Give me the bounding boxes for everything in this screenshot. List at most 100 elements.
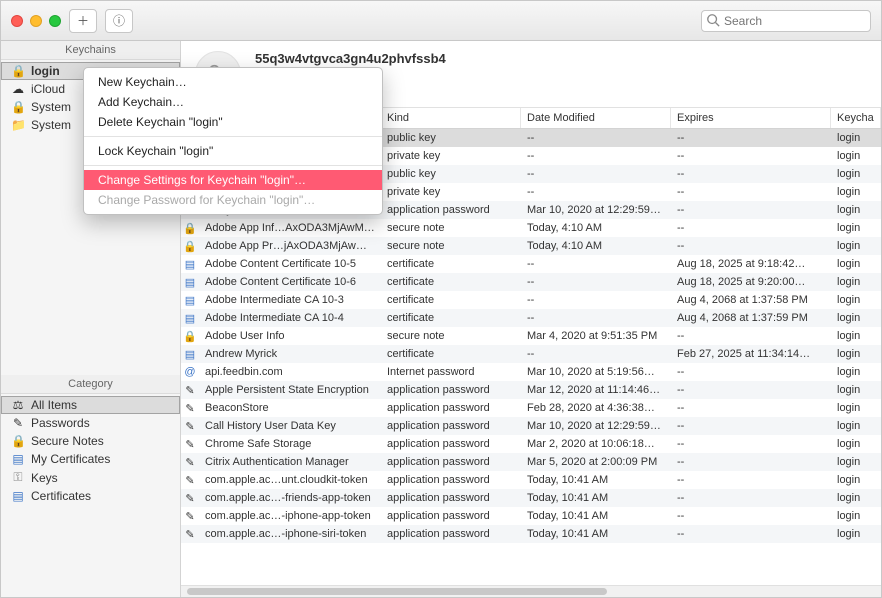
folder-icon: 📁 [11,118,25,132]
menu-item[interactable]: Change Settings for Keychain "login"… [84,170,382,190]
cell-keychain: login [831,294,881,306]
minimize-window-button[interactable] [30,15,42,27]
cell-name: Adobe Intermediate CA 10-4 [199,312,381,324]
table-row[interactable]: 🔒Adobe App Pr…jAxODA3MjAwMQ)secure noteT… [181,237,881,255]
cell-keychain: login [831,528,881,540]
category-label: Certificates [31,489,91,503]
cell-name: com.apple.ac…-iphone-siri-token [199,528,381,540]
search-input[interactable] [701,10,871,32]
table-row[interactable]: ▤Adobe Intermediate CA 10-4certificate--… [181,309,881,327]
table-row[interactable]: ✎BeaconStoreapplication passwordFeb 28, … [181,399,881,417]
cell-keychain: login [831,204,881,216]
password-icon: ✎ [185,528,194,541]
col-kind[interactable]: Kind [381,108,521,128]
lock-icon: 🔒 [183,222,197,235]
password-icon: ✎ [185,438,194,451]
certificate-icon: ▤ [11,452,25,466]
add-button[interactable]: ＋ [69,9,97,33]
keychain-context-menu[interactable]: New Keychain…Add Keychain…Delete Keychai… [83,67,383,215]
lock-icon: 🔒 [183,330,197,343]
table-row[interactable]: @api.feedbin.comInternet passwordMar 10,… [181,363,881,381]
cell-date: Mar 12, 2020 at 11:14:46… [521,384,671,396]
cell-kind: private key [381,186,521,198]
cell-keychain: login [831,150,881,162]
cell-date: -- [521,168,671,180]
cell-keychain: login [831,222,881,234]
menu-item[interactable]: Delete Keychain "login" [84,112,382,132]
menu-item[interactable]: Lock Keychain "login" [84,141,382,161]
menu-item[interactable]: New Keychain… [84,72,382,92]
table-row[interactable]: ✎com.apple.ac…-friends-app-tokenapplicat… [181,489,881,507]
keychain-label: System [31,100,71,114]
certificate-icon: ▤ [11,489,25,503]
col-keychain[interactable]: Keycha [831,108,881,128]
category-item[interactable]: ▤My Certificates [1,450,180,468]
table-row[interactable]: ✎Chrome Safe Storageapplication password… [181,435,881,453]
category-item[interactable]: ✎Passwords [1,414,180,432]
category-item[interactable]: ⚖︎All Items [1,396,180,414]
table-row[interactable]: ✎com.apple.ac…-iphone-app-tokenapplicati… [181,507,881,525]
cell-name: com.apple.ac…unt.cloudkit-token [199,474,381,486]
cell-name: Adobe Intermediate CA 10-3 [199,294,381,306]
toolbar: ＋ ⓘ [1,1,881,41]
horizontal-scrollbar[interactable] [181,585,881,597]
keychain-label: System [31,118,71,132]
lock-icon: 🔒 [183,240,197,253]
table-row[interactable]: ✎Citrix Authentication Managerapplicatio… [181,453,881,471]
category-item[interactable]: 🔒Secure Notes [1,432,180,450]
cell-expires: -- [671,168,831,180]
cell-expires: Aug 18, 2025 at 9:20:00… [671,276,831,288]
cell-expires: -- [671,150,831,162]
cell-kind: application password [381,528,521,540]
cell-date: Mar 2, 2020 at 10:06:18… [521,438,671,450]
scrollbar-thumb[interactable] [187,588,607,595]
table-row[interactable]: ▤Adobe Intermediate CA 10-3certificate--… [181,291,881,309]
zoom-window-button[interactable] [49,15,61,27]
password-icon: ✎ [185,474,194,487]
cell-date: Mar 10, 2020 at 5:19:56… [521,366,671,378]
category-item[interactable]: ▤ Certificates [1,487,180,505]
table-row[interactable]: ▤Andrew Myrickcertificate--Feb 27, 2025 … [181,345,881,363]
table-row[interactable]: ✎Apple Persistent State Encryptionapplic… [181,381,881,399]
category-label: Passwords [31,416,90,430]
cell-name: Chrome Safe Storage [199,438,381,450]
cell-name: com.apple.ac…-friends-app-token [199,492,381,504]
lock-icon: 🔒 [11,434,25,448]
cell-name: Adobe User Info [199,330,381,342]
keychain-label: iCloud [31,82,65,96]
col-modified[interactable]: Date Modified [521,108,671,128]
cell-name: Adobe App Inf…AxODA3MjAwMQ) [199,222,381,234]
table-row[interactable]: 🔒Adobe User Infosecure noteMar 4, 2020 a… [181,327,881,345]
category-item[interactable]: ⚿Keys [1,468,180,487]
window-controls [11,15,61,27]
cell-keychain: login [831,492,881,504]
cell-expires: -- [671,384,831,396]
cell-keychain: login [831,312,881,324]
category-icon: ⚖︎ [11,398,25,412]
menu-item[interactable]: Add Keychain… [84,92,382,112]
cell-date: -- [521,150,671,162]
keychains-header: Keychains [1,41,180,60]
cell-name: Citrix Authentication Manager [199,456,381,468]
table-row[interactable]: ▤Adobe Content Certificate 10-6certifica… [181,273,881,291]
cell-expires: -- [671,222,831,234]
cell-kind: application password [381,204,521,216]
table-row[interactable]: ✎Call History User Data Keyapplication p… [181,417,881,435]
table-row[interactable]: ✎ com.apple.ac…-iphone-siri-tokenapplicat… [181,525,881,543]
table-row[interactable]: ▤Adobe Content Certificate 10-5certifica… [181,255,881,273]
cell-expires: Aug 4, 2068 at 1:37:58 PM [671,294,831,306]
close-window-button[interactable] [11,15,23,27]
cell-name: BeaconStore [199,402,381,414]
cell-name: api.feedbin.com [199,366,381,378]
col-expires[interactable]: Expires [671,108,831,128]
cell-name: Apple Persistent State Encryption [199,384,381,396]
info-button[interactable]: ⓘ [105,9,133,33]
table-row[interactable]: 🔒Adobe App Inf…AxODA3MjAwMQ)secure noteT… [181,219,881,237]
password-icon: ✎ [185,492,194,505]
cell-keychain: login [831,402,881,414]
cell-date: Today, 10:41 AM [521,474,671,486]
cell-kind: application password [381,384,521,396]
cell-date: -- [521,312,671,324]
password-icon: ✎ [185,420,194,433]
table-row[interactable]: ✎com.apple.ac…unt.cloudkit-tokenapplicat… [181,471,881,489]
